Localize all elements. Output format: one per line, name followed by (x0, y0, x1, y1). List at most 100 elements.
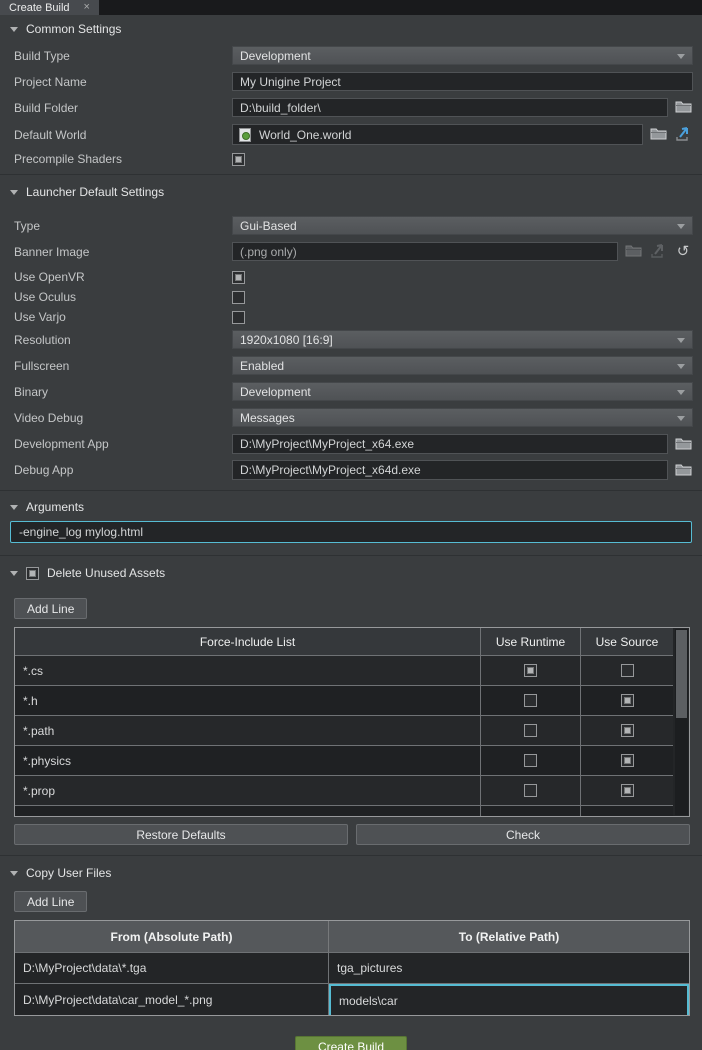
world-file-icon (239, 128, 251, 142)
chevron-down-icon (677, 338, 685, 343)
browse-development-app-button[interactable] (673, 435, 693, 453)
section-header-arguments[interactable]: Arguments (10, 499, 702, 515)
use-source-checkbox[interactable] (621, 754, 634, 767)
use-runtime-checkbox[interactable] (524, 694, 537, 707)
from-path-cell[interactable]: D:\MyProject\data\*.tga (15, 953, 329, 984)
field-resolution: Resolution 1920x1080 [16:9] (14, 330, 693, 349)
field-label: Default World (14, 128, 232, 142)
create-build-button[interactable]: Create Build (295, 1036, 407, 1050)
add-line-button[interactable]: Add Line (14, 891, 87, 912)
chevron-down-icon (677, 390, 685, 395)
fullscreen-dropdown[interactable]: Enabled (232, 356, 693, 375)
pattern-cell[interactable]: *.physics (15, 746, 481, 776)
table-header-row: From (Absolute Path) To (Relative Path) (15, 921, 689, 953)
use-oculus-checkbox[interactable] (232, 291, 245, 304)
video-debug-dropdown[interactable]: Messages (232, 408, 693, 427)
chevron-down-icon (677, 54, 685, 59)
field-label: Use Oculus (14, 290, 232, 304)
pattern-cell[interactable] (15, 806, 481, 817)
dropdown-value: Messages (240, 411, 295, 425)
to-path-cell[interactable]: models\car (329, 984, 689, 1015)
debug-app-input[interactable] (232, 460, 668, 480)
field-label: Type (14, 219, 232, 233)
field-banner-image: Banner Image ↺ (14, 242, 693, 261)
field-label: Banner Image (14, 245, 232, 259)
project-name-input[interactable] (232, 72, 693, 91)
collapse-arrow-icon (10, 571, 18, 576)
browse-banner-button[interactable] (623, 243, 643, 261)
assign-asset-button[interactable] (673, 126, 693, 144)
resolution-dropdown[interactable]: 1920x1080 [16:9] (232, 330, 693, 349)
section-header-launcher-settings[interactable]: Launcher Default Settings (10, 184, 702, 200)
use-source-checkbox[interactable] (621, 694, 634, 707)
use-source-checkbox[interactable] (621, 664, 634, 677)
collapse-arrow-icon (10, 871, 18, 876)
use-runtime-checkbox[interactable] (524, 724, 537, 737)
section-header-common-settings[interactable]: Common Settings (10, 21, 702, 37)
column-header: To (Relative Path) (329, 921, 689, 953)
field-build-folder: Build Folder (14, 98, 693, 117)
use-varjo-checkbox[interactable] (232, 311, 245, 324)
add-line-button[interactable]: Add Line (14, 598, 87, 619)
pattern-cell[interactable]: *.prop (15, 776, 481, 806)
use-openvr-checkbox[interactable] (232, 271, 245, 284)
scrollbar-thumb[interactable] (676, 630, 687, 718)
binary-dropdown[interactable]: Development (232, 382, 693, 401)
field-project-name: Project Name (14, 72, 693, 91)
collapse-arrow-icon (10, 27, 18, 32)
field-use-oculus: Use Oculus (14, 290, 693, 304)
banner-image-input[interactable] (232, 242, 618, 261)
pattern-cell[interactable]: *.path (15, 716, 481, 746)
column-header: Use Source (581, 628, 673, 656)
use-runtime-checkbox[interactable] (524, 664, 537, 677)
default-world-field[interactable]: World_One.world (232, 124, 643, 145)
browse-world-button[interactable] (648, 126, 668, 144)
development-app-input[interactable] (232, 434, 668, 454)
pattern-cell[interactable]: *.h (15, 686, 481, 716)
table-scrollbar[interactable] (675, 629, 688, 815)
restore-defaults-button[interactable]: Restore Defaults (14, 824, 348, 845)
dropdown-value: Development (240, 49, 311, 63)
table-row: *.cs (15, 656, 673, 686)
section-title: Delete Unused Assets (47, 566, 165, 580)
chevron-down-icon (677, 224, 685, 229)
field-label: Fullscreen (14, 359, 232, 373)
section-title: Common Settings (26, 22, 121, 36)
assign-arrow-icon (675, 125, 692, 144)
to-path-cell[interactable]: tga_pictures (329, 953, 689, 984)
field-label: Debug App (14, 463, 232, 477)
folder-icon (675, 99, 692, 116)
section-title: Copy User Files (26, 866, 111, 880)
tab-create-build[interactable]: Create Build × (0, 0, 99, 15)
reset-banner-button[interactable]: ↺ (673, 243, 693, 261)
reset-icon: ↺ (677, 244, 690, 259)
collapse-arrow-icon (10, 190, 18, 195)
collapse-arrow-icon (10, 505, 18, 510)
precompile-shaders-checkbox[interactable] (232, 153, 245, 166)
field-binary: Binary Development (14, 382, 693, 401)
use-source-checkbox[interactable] (621, 784, 634, 797)
folder-icon (675, 462, 692, 479)
use-runtime-checkbox[interactable] (524, 754, 537, 767)
browse-debug-app-button[interactable] (673, 461, 693, 479)
arguments-input[interactable] (10, 521, 692, 543)
build-folder-input[interactable] (232, 98, 668, 117)
field-development-app: Development App (14, 434, 693, 454)
from-path-cell[interactable]: D:\MyProject\data\car_model_*.png (15, 984, 329, 1015)
delete-unused-assets-checkbox[interactable] (26, 567, 39, 580)
use-source-checkbox[interactable] (621, 724, 634, 737)
field-label: Precompile Shaders (14, 152, 232, 166)
build-type-dropdown[interactable]: Development (232, 46, 693, 65)
use-runtime-checkbox[interactable] (524, 784, 537, 797)
chevron-down-icon (677, 416, 685, 421)
pattern-cell[interactable]: *.cs (15, 656, 481, 686)
assign-banner-button[interactable] (648, 243, 668, 261)
section-header-delete-unused-assets[interactable]: Delete Unused Assets (10, 565, 702, 581)
tab-close-icon[interactable]: × (84, 2, 90, 13)
section-header-copy-user-files[interactable]: Copy User Files (10, 865, 702, 881)
check-button[interactable]: Check (356, 824, 690, 845)
browse-folder-button[interactable] (673, 99, 693, 117)
launcher-type-dropdown[interactable]: Gui-Based (232, 216, 693, 235)
field-build-type: Build Type Development (14, 46, 693, 65)
folder-icon (625, 243, 642, 260)
